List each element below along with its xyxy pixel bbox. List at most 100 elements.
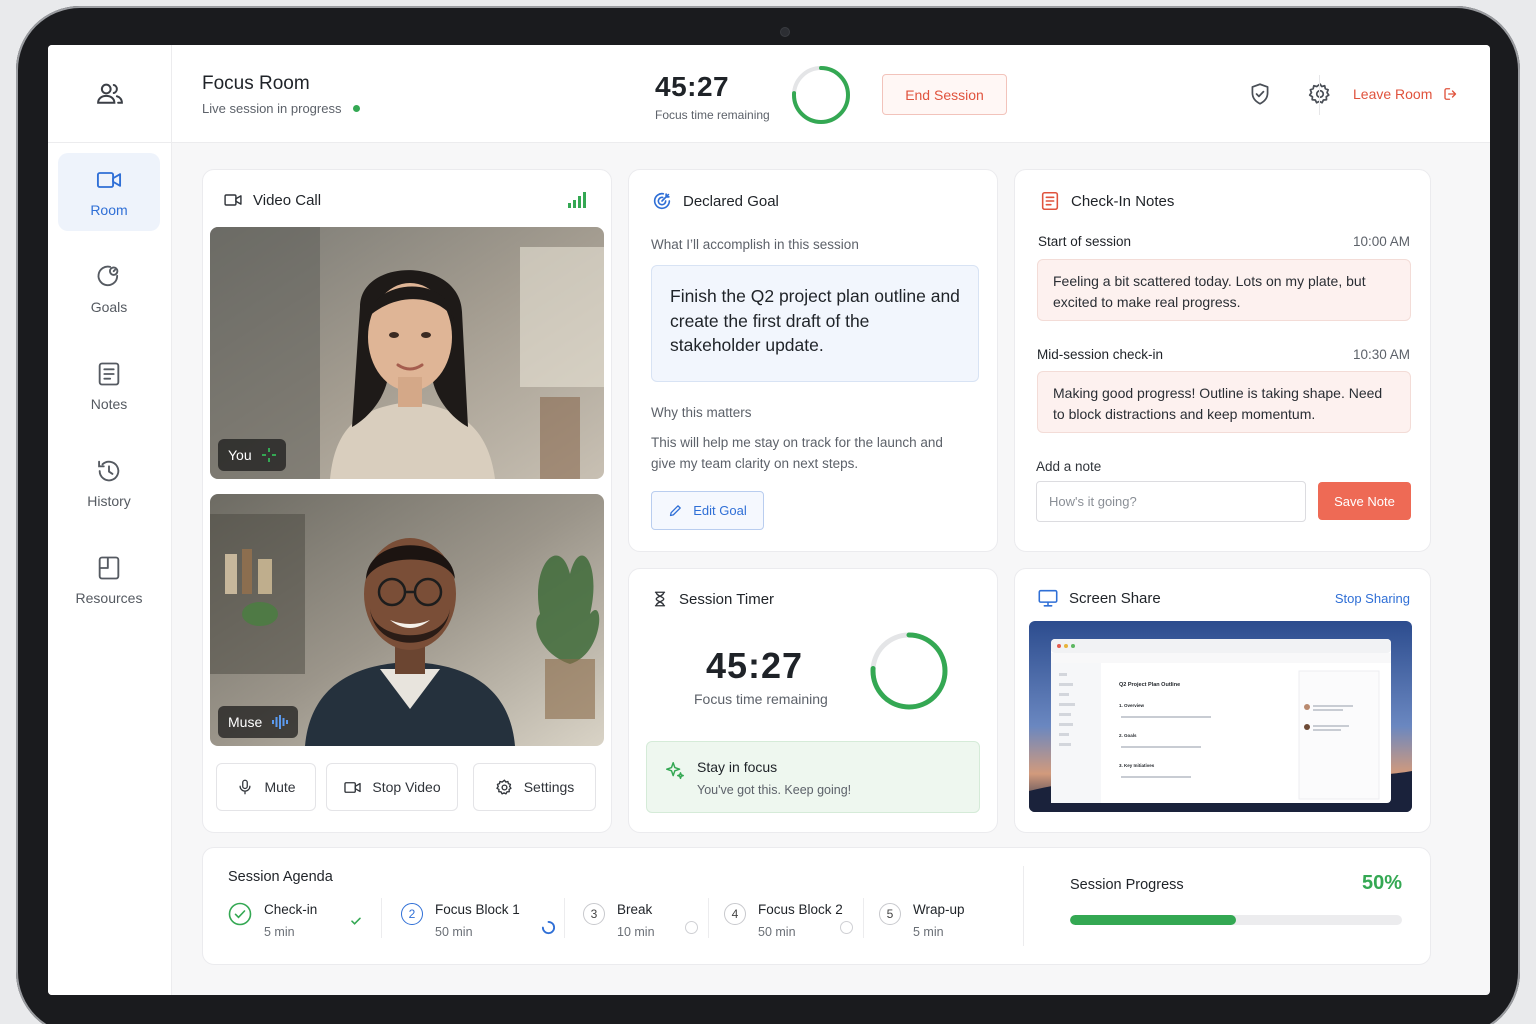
hourglass-icon [654,591,666,607]
speaking-indicator-icon [261,448,276,462]
shared-doc-title: Q2 Project Plan Outline [1119,682,1181,688]
note-time: 10:30 AM [1352,347,1410,362]
agenda-step-wrap-up[interactable]: 5 Wrap-up 5 min [879,902,965,939]
mute-button[interactable]: Mute [216,763,316,811]
stop-sharing-button[interactable]: Stop Sharing [1335,591,1410,606]
agenda-step-focus-block-2[interactable]: 4 Focus Block 2 50 min [724,902,843,939]
exit-icon [1444,88,1457,100]
screen-share-card: Screen Share Stop Sharing Q2 Project Pla… [1014,568,1431,833]
monitor-icon [1038,589,1058,607]
video-tile-muse[interactable]: Muse [210,494,604,746]
check-in-notes-title-text: Check-In Notes [1071,192,1175,210]
check-in-notes-title: Check-In Notes [1039,190,1174,212]
leave-room-button[interactable]: Leave Room [1353,85,1460,103]
step-complete-check-icon [351,917,361,925]
header-timer: 45:27 [655,71,730,102]
session-timer-value: 45:27 [706,645,804,686]
video-settings-button[interactable]: Settings [473,763,596,811]
declared-goal-title-text: Declared Goal [683,192,779,210]
gear-icon[interactable] [1307,81,1333,107]
target-icon [97,265,119,287]
focus-tip: Stay in focus You've got this. Keep goin… [646,741,980,813]
sparkle-icon [666,762,684,780]
screen-share-title-text: Screen Share [1069,589,1161,607]
shared-doc-section: 2. Goals [1119,733,1137,738]
goal-text: Finish the Q2 project plan outline and c… [651,265,979,382]
session-timer-card: Session Timer 45:27 Focus time remaining… [628,568,998,833]
step-name: Check-in [264,902,318,917]
live-indicator-dot [353,105,361,112]
step-duration: 5 min [913,925,944,939]
folder-icon [98,556,120,580]
sidebar-item-label: Resources [75,590,143,606]
leave-room-label: Leave Room [1353,86,1433,102]
agenda-step-break[interactable]: 3 Break 10 min [583,902,655,939]
note-input[interactable] [1036,481,1306,522]
target-icon [653,192,671,210]
notes-icon [98,362,120,386]
signal-strength-icon [568,192,586,208]
note-label: Start of session [1038,234,1132,249]
microphone-icon [239,779,251,795]
agenda-step-check-in[interactable]: Check-in 5 min [228,902,317,939]
sidebar-item-room[interactable]: Room [58,153,160,231]
session-timer-caption: Focus time remaining [694,691,828,707]
step-number: 5 [879,903,901,925]
agenda-step-focus-block-1[interactable]: 2 Focus Block 1 50 min [401,902,520,939]
sidebar-item-label: Notes [90,396,128,412]
gear-icon [496,779,512,795]
header-divider [1319,75,1320,115]
session-agenda-title: Session Agenda [228,869,333,885]
goal-prompt: What I’ll accomplish in this session [651,237,859,252]
sidebar-item-label: Room [90,202,128,218]
edit-goal-button[interactable]: Edit Goal [651,491,764,530]
why-label: Why this matters [651,405,752,420]
session-status-text: Live session in progress [202,101,342,116]
step-divider [564,898,565,938]
note-label: Mid-session check-in [1037,347,1164,362]
participant-label-muse: Muse [218,706,299,738]
camera-icon [780,27,790,37]
session-timer-title-text: Session Timer [679,590,775,608]
step-duration: 5 min [264,925,295,939]
shield-icon[interactable] [1247,81,1273,107]
session-timer-title: Session Timer [651,589,774,609]
save-note-button[interactable]: Save Note [1318,482,1411,520]
users-icon [97,83,123,104]
declared-goal-card: Declared Goal What I’ll accomplish in th… [628,169,998,552]
note-entry: Making good progress! Outline is taking … [1037,371,1411,433]
step-duration: 10 min [617,925,655,939]
end-session-button[interactable]: End Session [882,74,1007,115]
add-note-label: Add a note [1036,459,1102,474]
step-name: Break [617,902,653,917]
check-circle-icon [228,902,252,926]
stop-video-button[interactable]: Stop Video [326,763,458,811]
mute-label: Mute [264,779,296,795]
session-progress-fill [1070,915,1236,925]
video-call-card: Video Call You Muse Mute Stop Video Sett… [202,169,612,833]
video-tile-you[interactable]: You [210,227,604,479]
step-duration: 50 min [758,925,796,939]
video-icon [224,194,242,206]
video-icon [344,781,362,793]
sidebar-item-label: Goals [90,299,128,315]
shared-doc-section: 3. Key Initiatives [1119,763,1155,768]
session-agenda-card: Session Agenda Check-in 5 min 2 Focus Bl… [202,847,1431,965]
agenda-progress-divider [1023,866,1024,946]
sidebar-item-notes[interactable]: Notes [58,347,160,425]
sidebar-item-history[interactable]: History [58,444,160,522]
sidebar: Room Goals Notes History Resources [48,45,172,995]
sidebar-item-resources[interactable]: Resources [58,541,160,619]
focus-tip-title: Stay in focus [697,759,778,775]
note-time: 10:00 AM [1352,234,1410,249]
header-timer-ring [792,66,850,124]
history-icon [98,460,120,482]
shared-doc-section: 1. Overview [1119,703,1145,708]
stop-video-label: Stop Video [372,779,441,795]
shared-screen-preview[interactable]: Q2 Project Plan Outline 1. Overview 2. G… [1029,621,1412,812]
step-number: 3 [583,903,605,925]
page-title: Focus Room [202,73,310,94]
declared-goal-title: Declared Goal [651,190,779,212]
sidebar-item-goals[interactable]: Goals [58,250,160,328]
settings-label: Settings [523,779,575,795]
